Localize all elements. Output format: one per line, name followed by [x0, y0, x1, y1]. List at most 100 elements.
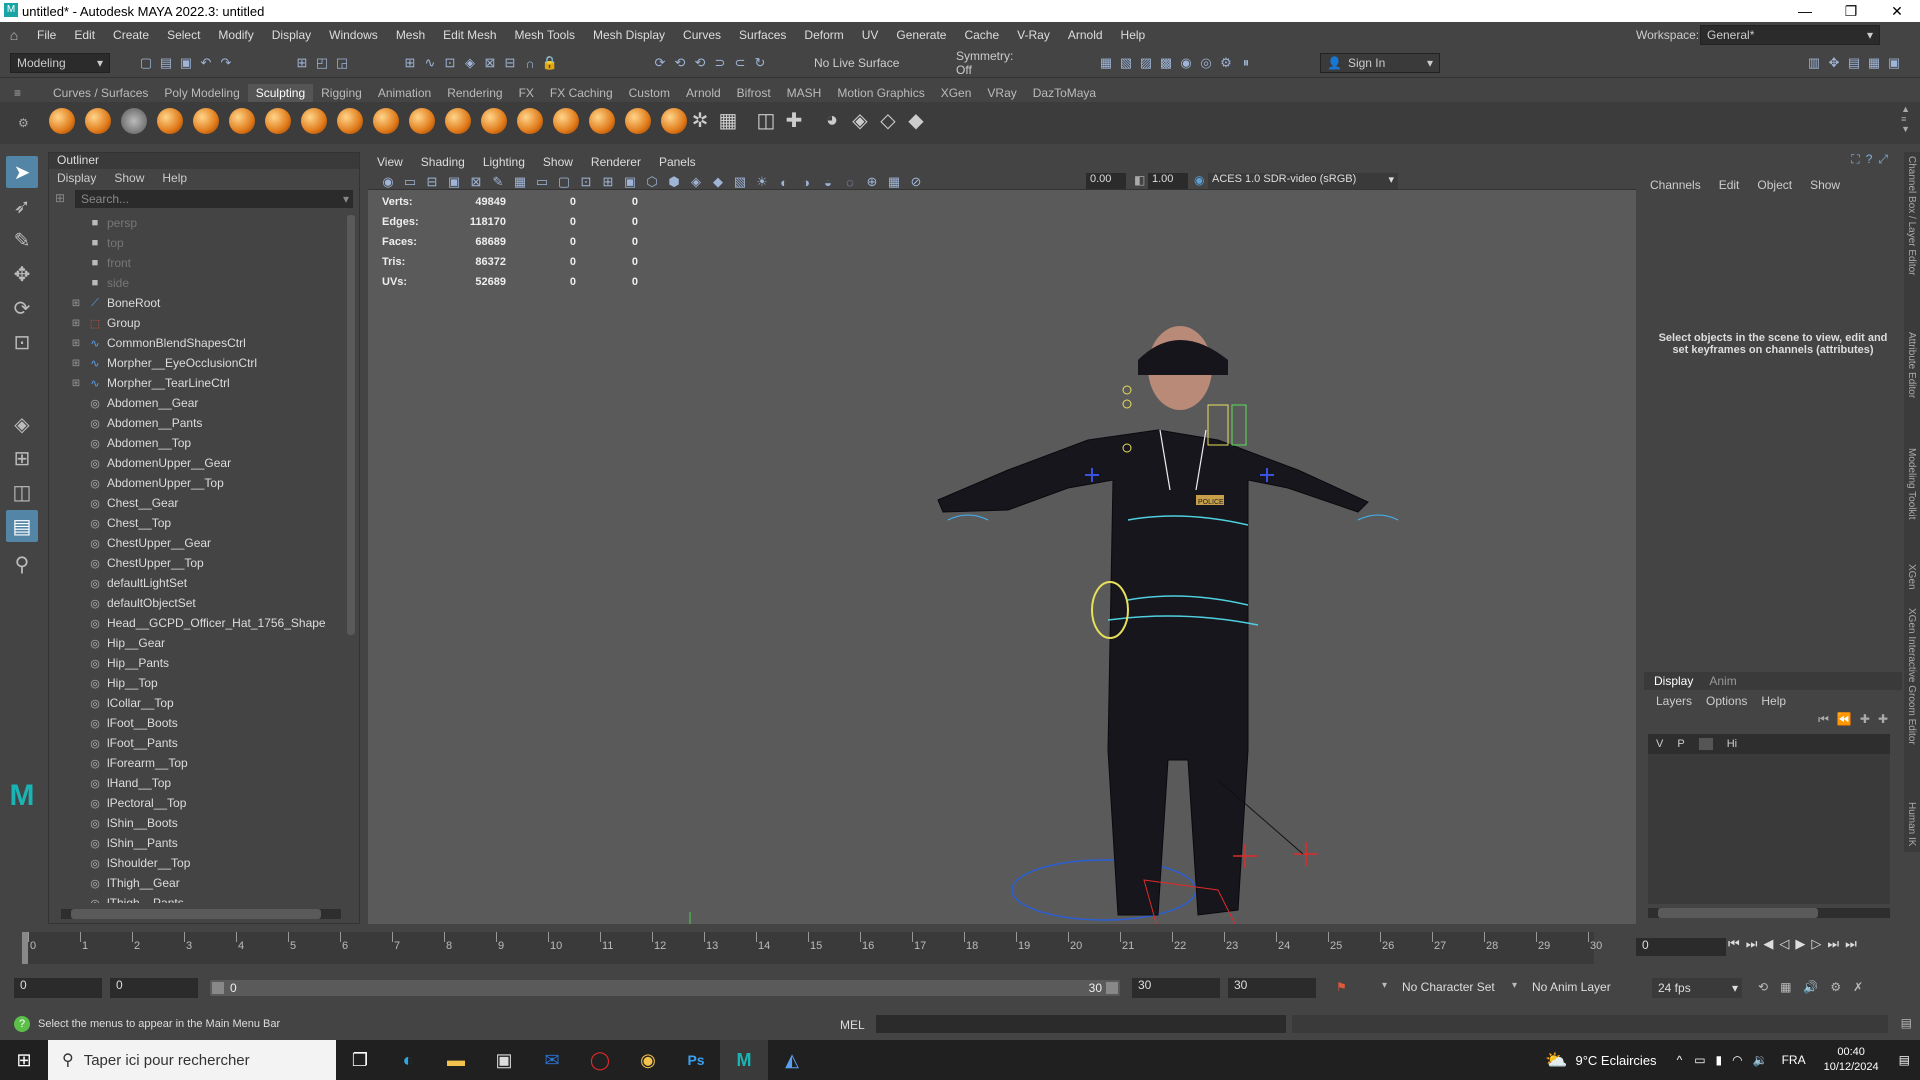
menu-generate[interactable]: Generate	[887, 28, 955, 42]
lights-icon[interactable]: ☀	[752, 172, 772, 192]
range-bar[interactable]: 0 30	[210, 980, 1120, 996]
menu-windows[interactable]: Windows	[320, 28, 387, 42]
default-layer-row[interactable]: V P Hi	[1648, 734, 1890, 754]
exposure-field[interactable]: 0.00	[1086, 173, 1126, 189]
amplify-tool-icon[interactable]	[625, 108, 651, 134]
menu-display[interactable]: Display	[263, 28, 320, 42]
shelf-scroll-arrows[interactable]: ▲ ≡ ▼	[1901, 104, 1910, 134]
outliner-item[interactable]: ◎ lShin__Pants	[69, 833, 339, 853]
shelf-tab-fx-caching[interactable]: FX Caching	[542, 84, 621, 102]
layer-tab-anim[interactable]: Anim	[1709, 674, 1736, 688]
outliner-item[interactable]: ⊞ ∿ Morpher__EyeOcclusionCtrl	[69, 353, 339, 373]
gate-mask-icon[interactable]: ⊡	[576, 172, 596, 192]
viewport-menu-show[interactable]: Show	[534, 155, 582, 169]
expand-icon[interactable]: ⊞	[69, 318, 83, 329]
render-settings-icon[interactable]: ▩	[1156, 53, 1176, 73]
render-view-icon[interactable]: ▦	[1096, 53, 1116, 73]
output-ops-icon[interactable]: ⟲	[690, 53, 710, 73]
vray-render-icon[interactable]: ◎	[1196, 53, 1216, 73]
knife-tool-icon[interactable]	[517, 108, 543, 134]
isolate-icon[interactable]: ◌	[840, 172, 860, 192]
windows-start-icon[interactable]: ⊞	[0, 1040, 48, 1080]
vray-fur-icon[interactable]: ◆	[906, 110, 926, 132]
close-button[interactable]: ✕	[1874, 0, 1920, 22]
symmetry-field[interactable]: Symmetry: Off	[950, 49, 1038, 77]
grease-pencil-icon[interactable]: ✎	[488, 172, 508, 192]
undo-icon[interactable]: ↶	[196, 53, 216, 73]
exposure-icon[interactable]: ⊘	[906, 172, 926, 192]
timeline-ruler[interactable]: 0 1 2 3 4 5 6 7 8 9 10 11 12 13 14 15 16 17 18 19 20 21 22 23 24…	[22, 932, 1602, 964]
channel-menu-object[interactable]: Object	[1757, 178, 1792, 192]
outliner-item[interactable]: ◎ lPectoral__Top	[69, 793, 339, 813]
outlook-icon[interactable]: ✉	[528, 1040, 576, 1080]
outliner-item[interactable]: ◎ lShin__Boots	[69, 813, 339, 833]
vray-tools-icon[interactable]: ⚙	[1216, 53, 1236, 73]
side-tab[interactable]: Modeling Toolkit	[1906, 448, 1917, 520]
tray-chevron-icon[interactable]: ^	[1677, 1053, 1683, 1067]
new-layer-selected-icon[interactable]: ✚	[1878, 712, 1888, 727]
volume-icon[interactable]: 🔉	[1753, 1053, 1768, 1067]
menu-cache[interactable]: Cache	[955, 28, 1008, 42]
maximize-button[interactable]: ❐	[1828, 0, 1874, 22]
search-icon[interactable]: ⚲	[6, 548, 38, 580]
snap-curve-icon[interactable]: ∿	[420, 53, 440, 73]
home-icon[interactable]: ⌂	[0, 27, 28, 43]
float-icon[interactable]: ⤢	[1878, 152, 1888, 167]
channel-menu-edit[interactable]: Edit	[1719, 178, 1740, 192]
store-icon[interactable]: ▣	[480, 1040, 528, 1080]
flatten-tool-icon[interactable]	[229, 108, 255, 134]
shelf-tab-fx[interactable]: FX	[511, 84, 542, 102]
shelf-tab-animation[interactable]: Animation	[370, 84, 439, 102]
outliner-item[interactable]: ◎ lFoot__Boots	[69, 713, 339, 733]
menu-create[interactable]: Create	[104, 28, 158, 42]
step-back-frame-icon[interactable]: ◀	[1763, 936, 1773, 952]
outliner-item[interactable]: ◎ Head__GCPD_Officer_Hat_1756_Shape	[69, 613, 339, 633]
move-tool-icon[interactable]: ✥	[6, 258, 38, 290]
opera-icon[interactable]: ◯	[576, 1040, 624, 1080]
outliner-item[interactable]: ◎ ChestUpper__Top	[69, 553, 339, 573]
outliner-item[interactable]: ⊞ ∿ CommonBlendShapesCtrl	[69, 333, 339, 353]
attract-icon[interactable]: ⊂	[730, 53, 750, 73]
anim-layer-dropdown[interactable]: No Anim Layer	[1532, 980, 1611, 994]
human-ik-icon[interactable]: ✥	[1824, 53, 1844, 73]
vray-tex-icon[interactable]: ◇	[878, 110, 898, 132]
tool-settings-icon[interactable]: ▦	[1864, 53, 1884, 73]
menu-v-ray[interactable]: V-Ray	[1008, 28, 1059, 42]
tray-device-icon[interactable]: ▭	[1694, 1053, 1705, 1067]
outliner-item[interactable]: ◎ lThigh__Gear	[69, 873, 339, 893]
menu-curves[interactable]: Curves	[674, 28, 730, 42]
current-frame-field[interactable]: 0	[1636, 938, 1726, 956]
expand-icon[interactable]: ⊞	[69, 338, 83, 349]
new-layer-icon[interactable]: ✚	[1860, 712, 1870, 727]
attribute-editor-icon[interactable]: ▤	[1844, 53, 1864, 73]
lasso-tool-icon[interactable]: ➶	[6, 190, 38, 222]
shelf-tab-curves-surfaces[interactable]: Curves / Surfaces	[45, 84, 156, 102]
outliner-menu-show[interactable]: Show	[114, 171, 144, 185]
menu-modify[interactable]: Modify	[209, 28, 262, 42]
blendshape-icon[interactable]: ◫	[756, 110, 776, 132]
outliner-item[interactable]: ◎ Abdomen__Gear	[69, 393, 339, 413]
weather-text[interactable]: 9°C Eclaircies	[1576, 1053, 1657, 1068]
input-ops-icon[interactable]: ⟲	[670, 53, 690, 73]
layer-menu-options[interactable]: Options	[1706, 694, 1747, 708]
outliner-search-input[interactable]: Search... ▾	[75, 190, 353, 208]
xray-joints-icon[interactable]: ⊕	[862, 172, 882, 192]
playback-start-field[interactable]: 0	[110, 978, 198, 998]
menu-mesh-display[interactable]: Mesh Display	[584, 28, 674, 42]
outliner-item[interactable]: ◎ Chest__Top	[69, 513, 339, 533]
menu-edit-mesh[interactable]: Edit Mesh	[434, 28, 505, 42]
freeze-tool-icon[interactable]	[661, 108, 687, 134]
fill-tool-icon[interactable]	[481, 108, 507, 134]
convert-icon[interactable]: ✲	[690, 110, 710, 132]
color-management-icon[interactable]: ◉	[1194, 173, 1204, 187]
camera-attr-icon[interactable]: ▭	[400, 172, 420, 192]
step-forward-frame-icon[interactable]: ▷	[1811, 936, 1821, 952]
character-set-dropdown[interactable]: No Character Set	[1402, 980, 1495, 994]
repeat-tool-icon[interactable]	[337, 108, 363, 134]
pose-icon[interactable]: ✚	[784, 110, 804, 132]
snap-surface-icon[interactable]: ⊠	[480, 53, 500, 73]
play-backward-icon[interactable]: ◁	[1779, 936, 1789, 952]
outliner-item[interactable]: ◎ AbdomenUpper__Top	[69, 473, 339, 493]
layer-hscrollbar[interactable]	[1648, 908, 1890, 918]
single-view-icon[interactable]: ◈	[6, 408, 38, 440]
